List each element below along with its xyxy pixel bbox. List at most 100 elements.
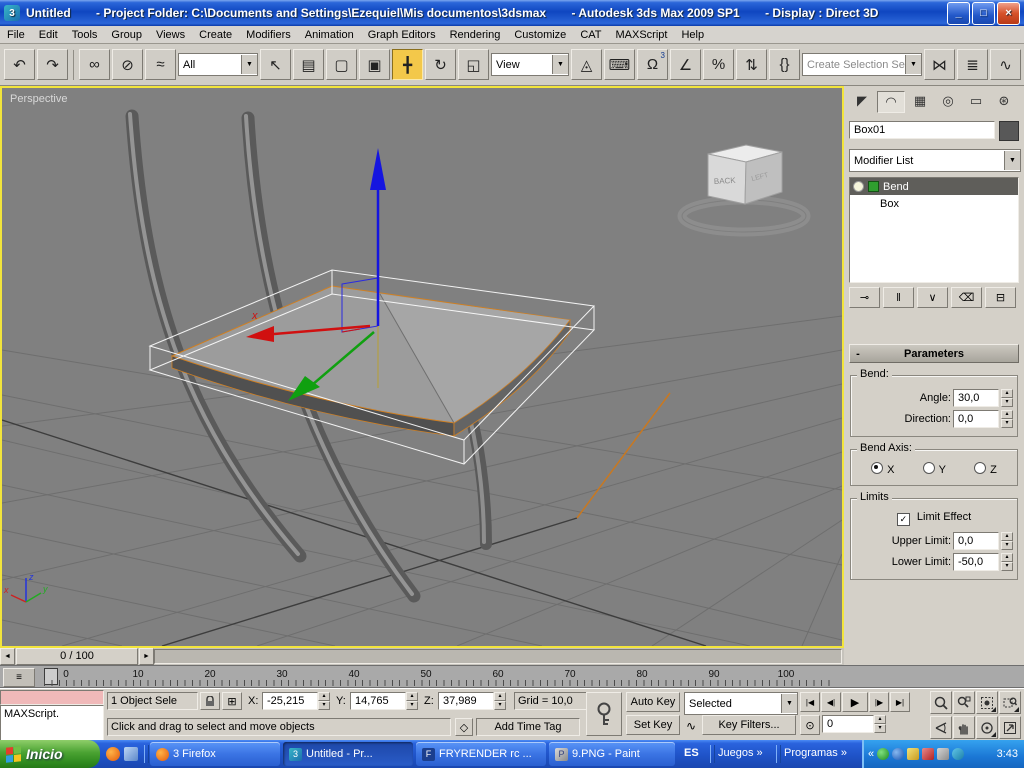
x-coordinate-field[interactable]: -25,215 — [262, 692, 318, 710]
set-keys-button[interactable] — [586, 692, 622, 736]
add-time-tag-field[interactable]: Add Time Tag — [476, 718, 580, 736]
spinner-up-icon[interactable]: ▴ — [1001, 553, 1013, 562]
menu-views[interactable]: Views — [149, 28, 192, 42]
upper-limit-spinner[interactable]: ▴ ▾ — [1001, 532, 1013, 550]
start-button[interactable]: Inicio — [0, 740, 100, 768]
chevron-down-icon[interactable]: ▼ — [552, 55, 568, 74]
angle-snap-button[interactable]: ∠ — [670, 49, 701, 80]
use-center-button[interactable]: ◬ — [571, 49, 602, 80]
redo-button[interactable]: ↷ — [37, 49, 68, 80]
undo-button[interactable]: ↶ — [4, 49, 35, 80]
menu-tools[interactable]: Tools — [65, 28, 105, 42]
window-crossing-button[interactable]: ▣ — [359, 49, 390, 80]
spinner-up-icon[interactable]: ▴ — [1001, 410, 1013, 419]
key-filters-button[interactable]: Key Filters... — [702, 715, 796, 735]
remove-modifier-button[interactable]: ⌫ — [951, 287, 982, 308]
modifier-list-dropdown[interactable]: Modifier List ▼ — [849, 149, 1021, 172]
upper-limit-field[interactable]: 0,0 — [953, 532, 999, 550]
zoom-region-button[interactable] — [999, 691, 1021, 714]
menu-graph-editors[interactable]: Graph Editors — [361, 28, 443, 42]
lower-limit-field[interactable]: -50,0 — [953, 553, 999, 571]
chevron-down-icon[interactable]: ▼ — [1004, 151, 1020, 170]
viewport-label[interactable]: Perspective — [10, 93, 67, 105]
maximize-button[interactable]: □ — [972, 1, 995, 25]
mirror-button[interactable]: ⋈ — [924, 49, 955, 80]
limit-effect-checkbox[interactable]: ✓ Limit Effect — [855, 511, 1013, 526]
task-firefox-group[interactable]: 3 Firefox — [150, 742, 280, 766]
spinner-down-icon[interactable]: ▾ — [1001, 419, 1013, 428]
pan-button[interactable] — [953, 716, 975, 739]
menu-edit[interactable]: Edit — [32, 28, 65, 42]
selection-lock-toggle[interactable] — [200, 692, 220, 710]
axis-y-radio[interactable]: Y — [922, 462, 946, 476]
toolbar-handle[interactable] — [776, 745, 781, 763]
task-fryrender[interactable]: F FRYRENDER rc ... — [416, 742, 546, 766]
selection-region-button[interactable]: ▢ — [326, 49, 357, 80]
tray-icon-messenger[interactable] — [952, 748, 965, 760]
current-frame-field[interactable]: 0 — [822, 715, 874, 733]
menu-file[interactable]: File — [0, 28, 32, 42]
menu-cat[interactable]: CAT — [573, 28, 608, 42]
chevron-down-icon[interactable]: ▼ — [241, 55, 257, 74]
select-and-scale-button[interactable]: ◱ — [458, 49, 489, 80]
go-to-end-button[interactable]: ▶| — [890, 692, 910, 712]
menu-group[interactable]: Group — [104, 28, 149, 42]
previous-frame-button[interactable]: ◀| — [821, 692, 841, 712]
tray-icon-update[interactable] — [907, 748, 920, 760]
axis-x-radio[interactable]: X — [871, 462, 894, 476]
tray-icon-volume[interactable] — [937, 748, 950, 760]
select-and-move-button[interactable]: ╋ — [392, 49, 423, 80]
language-indicator[interactable]: ES — [684, 747, 699, 759]
menu-create[interactable]: Create — [192, 28, 239, 42]
tray-icon-security[interactable] — [922, 748, 935, 760]
configure-modifier-sets-button[interactable]: ⊟ — [985, 287, 1016, 308]
field-of-view-button[interactable] — [930, 716, 952, 739]
y-spinner[interactable]: ▴ ▾ — [406, 692, 418, 710]
absolute-mode-toggle[interactable]: ⊞ — [222, 692, 242, 710]
edit-named-selections-button[interactable]: {} — [769, 49, 800, 80]
select-and-link-button[interactable]: ∞ — [79, 49, 110, 80]
select-object-button[interactable]: ↖ — [260, 49, 291, 80]
go-to-start-button[interactable]: |◀ — [800, 692, 820, 712]
collapse-tray-icon[interactable]: « — [868, 748, 874, 760]
time-slider-track[interactable] — [154, 649, 842, 664]
show-end-result-button[interactable]: ‖ — [883, 287, 914, 308]
toolbar-handle[interactable] — [144, 745, 149, 763]
tab-create[interactable]: ◤ — [849, 91, 875, 111]
menu-animation[interactable]: Animation — [298, 28, 361, 42]
z-spinner[interactable]: ▴ ▾ — [494, 692, 506, 710]
spinner-up-icon[interactable]: ▴ — [1001, 389, 1013, 398]
arc-rotate-button[interactable] — [976, 716, 998, 739]
spinner-up-icon[interactable]: ▴ — [1001, 532, 1013, 541]
spinner-down-icon[interactable]: ▾ — [1001, 398, 1013, 407]
spinner-down-icon[interactable]: ▾ — [1001, 562, 1013, 571]
frame-spinner[interactable]: ▴ ▾ — [874, 715, 886, 733]
z-coordinate-field[interactable]: 37,989 — [438, 692, 494, 710]
play-button[interactable]: ▶ — [842, 692, 868, 712]
bind-to-spacewarp-button[interactable]: ≈ — [145, 49, 176, 80]
direction-spinner[interactable]: ▴ ▾ — [1001, 410, 1013, 428]
menu-rendering[interactable]: Rendering — [443, 28, 508, 42]
zoom-all-button[interactable] — [953, 691, 975, 714]
percent-snap-button[interactable]: % — [703, 49, 734, 80]
reference-coordinate-dropdown[interactable]: View ▼ — [491, 53, 569, 76]
zoom-button[interactable] — [930, 691, 952, 714]
modifier-enable-bulb-icon[interactable] — [853, 181, 864, 192]
tab-utilities[interactable]: ⊛ — [991, 91, 1017, 111]
tray-icon-network[interactable] — [892, 748, 905, 760]
chair-seat[interactable] — [170, 285, 571, 437]
viewport-canvas[interactable]: x BACK LEFT z x y Perspective — [1, 88, 843, 647]
quicklaunch-show-desktop-icon[interactable] — [124, 747, 138, 761]
select-and-rotate-button[interactable]: ↻ — [425, 49, 456, 80]
key-mode-toggle[interactable]: ⊙ — [800, 715, 820, 735]
direction-field[interactable]: 0,0 — [953, 410, 999, 428]
tab-hierarchy[interactable]: ▦ — [907, 91, 933, 111]
keyboard-override-button[interactable]: ⌨ — [604, 49, 635, 80]
chevron-down-icon[interactable]: ▼ — [781, 694, 797, 713]
open-mini-curve-editor-button[interactable]: ≡ — [3, 668, 35, 687]
parameters-rollout-header[interactable]: - Parameters — [849, 344, 1019, 363]
snap-toggle-button[interactable]: Ω3 — [637, 49, 668, 80]
chevron-down-icon[interactable]: ▼ — [905, 55, 921, 74]
tab-modify[interactable]: ◠ — [877, 91, 905, 113]
next-frame-button[interactable]: |▶ — [869, 692, 889, 712]
